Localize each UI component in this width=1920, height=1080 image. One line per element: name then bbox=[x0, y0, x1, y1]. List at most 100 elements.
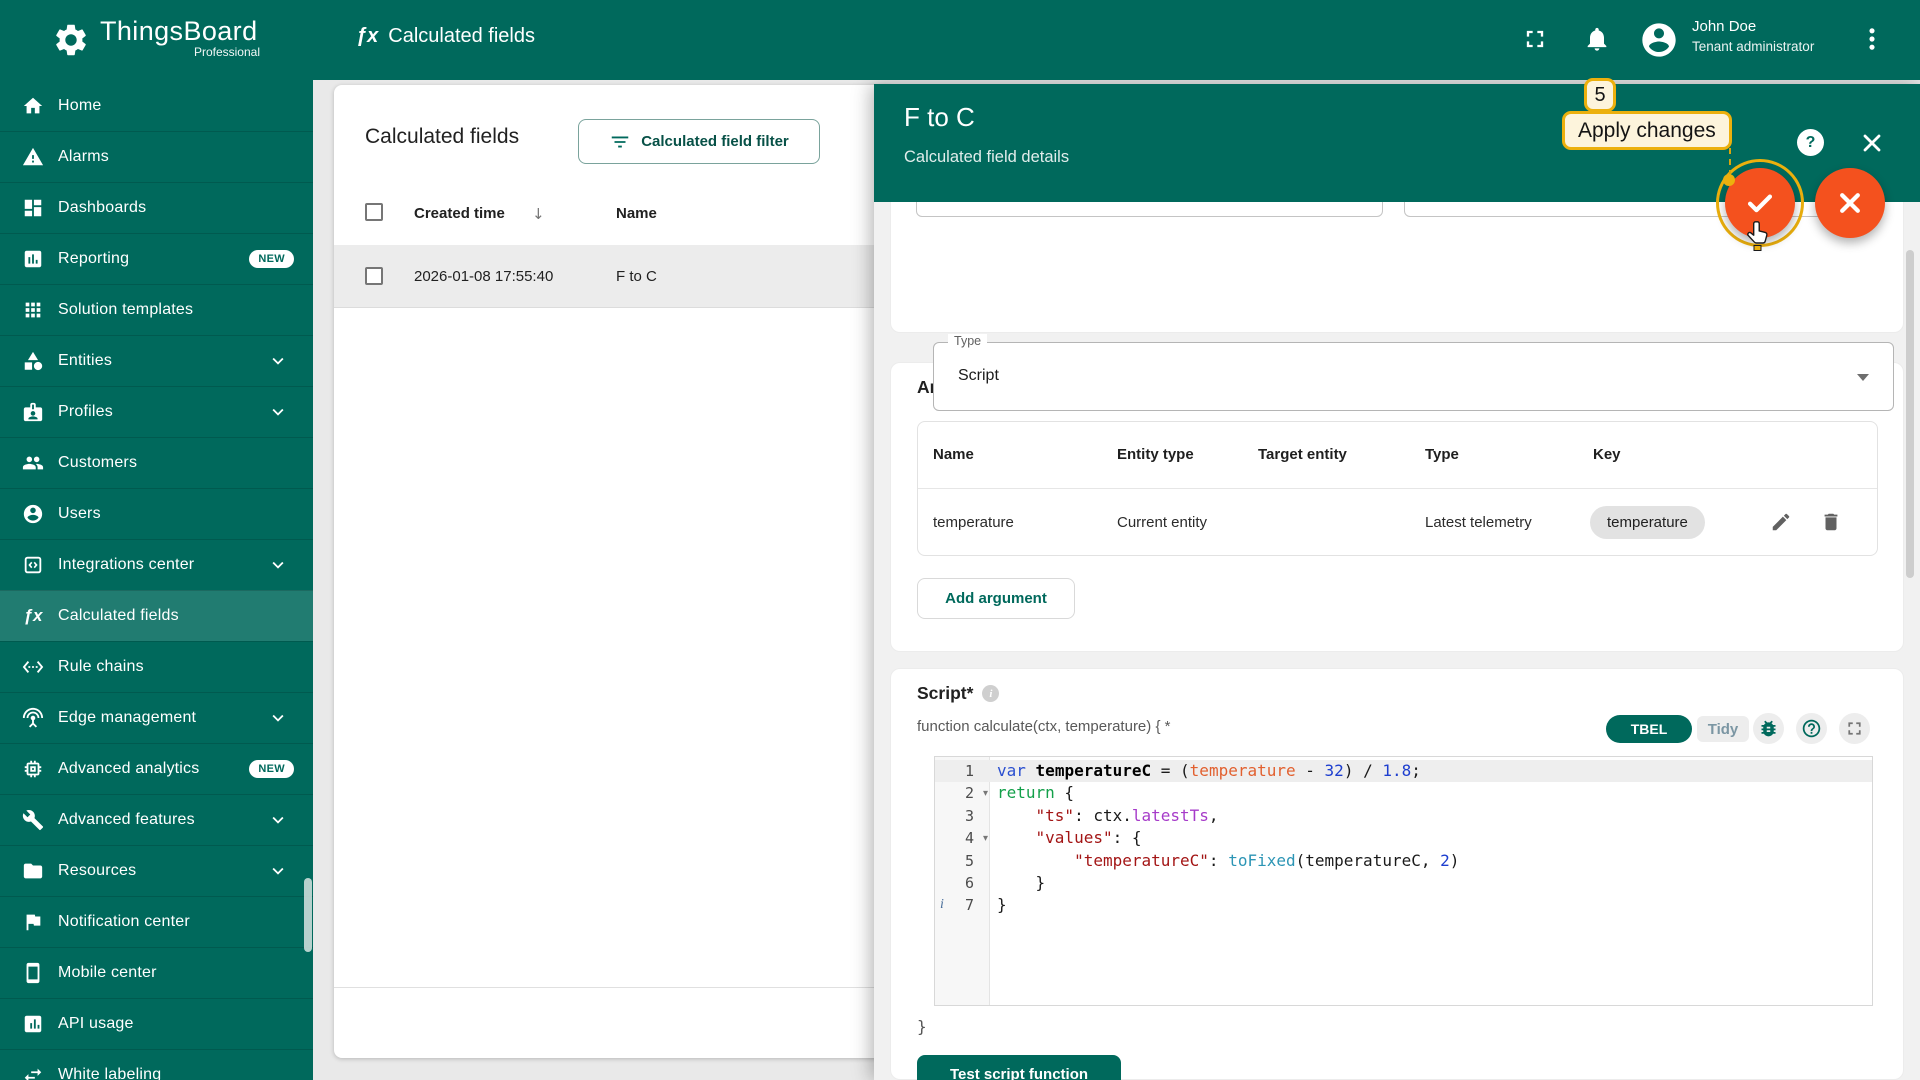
type-select-label: Type bbox=[948, 334, 987, 348]
calculated-fields-panel: Calculated fields Calculated field filte… bbox=[334, 85, 894, 1058]
rule-chains-icon bbox=[21, 655, 45, 679]
sidebar-item-calculated-fields[interactable]: ƒxCalculated fields bbox=[0, 590, 313, 641]
sidebar-item-label: Customers bbox=[58, 454, 137, 472]
profiles-icon bbox=[21, 400, 45, 424]
sidebar-item-advanced-features[interactable]: Advanced features bbox=[0, 794, 313, 845]
sidebar-scrollbar[interactable] bbox=[304, 878, 312, 952]
code-editor[interactable]: 1var temperatureC = (temperature - 32) /… bbox=[934, 756, 1873, 1006]
sidebar-item-label: Home bbox=[58, 97, 101, 115]
tutorial-step-badge: 5 bbox=[1584, 78, 1616, 112]
sidebar-item-customers[interactable]: Customers bbox=[0, 437, 313, 488]
column-header-created-time[interactable]: Created time bbox=[414, 205, 505, 222]
page-title: ƒx Calculated fields bbox=[356, 25, 535, 48]
delete-icon[interactable] bbox=[1819, 511, 1843, 535]
code-text: return { bbox=[990, 782, 1074, 804]
select-all-checkbox[interactable] bbox=[365, 203, 383, 221]
arguments-column-entity-type: Entity type bbox=[1117, 446, 1194, 463]
gutter-cell: 1 bbox=[935, 760, 990, 782]
sidebar-item-label: Mobile center bbox=[58, 964, 157, 982]
sidebar: Home AlarmsDashboardsReportingNEW Solution… bbox=[0, 80, 313, 1080]
tooltip-connector bbox=[1729, 148, 1731, 176]
sidebar-item-dashboards[interactable]: Dashboards bbox=[0, 182, 313, 233]
test-script-function-button[interactable]: Test script function bbox=[917, 1055, 1121, 1080]
sidebar-item-rule-chains[interactable]: Rule chains bbox=[0, 641, 313, 692]
code-text: } bbox=[990, 894, 1007, 916]
tbel-language-toggle[interactable]: TBEL bbox=[1606, 715, 1692, 743]
drawer-title: F to C bbox=[904, 102, 975, 133]
help-icon[interactable]: ? bbox=[1797, 129, 1824, 156]
code-text: "temperatureC": toFixed(temperatureC, 2) bbox=[990, 850, 1459, 872]
sidebar-item-label: White labeling bbox=[58, 1066, 161, 1080]
code-text: "ts": ctx.latestTs, bbox=[990, 805, 1219, 827]
sidebar-item-label: Calculated fields bbox=[58, 607, 179, 625]
app-root: ThingsBoard Professional ƒx Calculated f… bbox=[0, 0, 1920, 1080]
notifications-icon[interactable] bbox=[1581, 24, 1613, 56]
sidebar-item-notification-center[interactable]: Notification center bbox=[0, 896, 313, 947]
code-text: } bbox=[990, 872, 1045, 894]
gutter-cell: 5 bbox=[935, 850, 990, 872]
gutter-cell: 4▾ bbox=[935, 827, 990, 849]
sidebar-item-label: Integrations center bbox=[58, 556, 194, 574]
type-select[interactable]: Type Script bbox=[933, 342, 1894, 411]
argument-type: Latest telemetry bbox=[1425, 514, 1532, 531]
sidebar-item-label: Solution templates bbox=[58, 301, 193, 319]
close-icon bbox=[1833, 186, 1867, 220]
sidebar-item-users[interactable]: Users bbox=[0, 488, 313, 539]
script-help-icon[interactable] bbox=[1796, 713, 1827, 744]
sidebar-item-home[interactable]: Home bbox=[0, 80, 313, 131]
sidebar-item-resources[interactable]: Resources bbox=[0, 845, 313, 896]
discard-changes-button[interactable] bbox=[1815, 168, 1885, 238]
gutter-cell: i7 bbox=[935, 894, 990, 916]
sidebar-item-advanced-analytics[interactable]: Advanced analytics NEW bbox=[0, 743, 313, 794]
chevron-down-icon bbox=[267, 401, 289, 423]
column-header-name[interactable]: Name bbox=[616, 205, 657, 222]
chevron-down-icon bbox=[267, 860, 289, 882]
new-badge: NEW bbox=[249, 760, 294, 778]
alarms-icon bbox=[21, 145, 45, 169]
arguments-column-type: Type bbox=[1425, 446, 1459, 463]
arguments-column-name: Name bbox=[933, 446, 974, 463]
user-avatar[interactable] bbox=[1639, 20, 1679, 60]
fold-icon[interactable]: ▾ bbox=[983, 828, 988, 850]
sidebar-item-label: Advanced analytics bbox=[58, 760, 199, 778]
line-number: 5 bbox=[965, 850, 974, 872]
tidy-button[interactable]: Tidy bbox=[1697, 716, 1749, 742]
solution-templates-icon bbox=[21, 298, 45, 322]
add-argument-button[interactable]: Add argument bbox=[917, 578, 1075, 619]
sidebar-item-mobile-center[interactable]: Mobile center bbox=[0, 947, 313, 998]
sidebar-item-solution-templates[interactable]: Solution templates bbox=[0, 284, 313, 335]
sidebar-item-white-labeling[interactable]: White labeling bbox=[0, 1049, 313, 1080]
sidebar-item-api-usage[interactable]: API usage bbox=[0, 998, 313, 1049]
sidebar-item-edge-management[interactable]: Edge management bbox=[0, 692, 313, 743]
script-title: Script* i bbox=[917, 683, 999, 704]
argument-key-chip: temperature bbox=[1590, 506, 1705, 539]
arguments-table: NameEntity typeTarget entityTypeKey temp… bbox=[917, 421, 1878, 556]
advanced-analytics-icon bbox=[21, 757, 45, 781]
code-text: "values": { bbox=[990, 827, 1142, 849]
sidebar-item-alarms[interactable]: Alarms bbox=[0, 131, 313, 182]
dashboards-icon bbox=[21, 196, 45, 220]
drawer-scrollbar[interactable] bbox=[1906, 250, 1914, 578]
debug-icon[interactable] bbox=[1753, 713, 1784, 744]
fold-icon[interactable]: ▾ bbox=[983, 783, 988, 805]
sort-desc-icon[interactable]: ↓ bbox=[532, 205, 545, 223]
chevron-down-icon bbox=[267, 707, 289, 729]
sidebar-item-profiles[interactable]: Profiles bbox=[0, 386, 313, 437]
calculated-fields-icon: ƒx bbox=[356, 25, 378, 48]
more-menu-icon[interactable] bbox=[1856, 24, 1888, 56]
sidebar-item-reporting[interactable]: ReportingNEW bbox=[0, 233, 313, 284]
argument-name: temperature bbox=[933, 514, 1014, 531]
brand-subtitle: Professional bbox=[100, 45, 260, 59]
close-icon[interactable] bbox=[1858, 129, 1886, 157]
row-checkbox[interactable] bbox=[365, 267, 383, 285]
edit-icon[interactable] bbox=[1769, 511, 1793, 535]
chevron-down-icon bbox=[267, 809, 289, 831]
expand-editor-icon[interactable] bbox=[1839, 713, 1870, 744]
calculated-field-filter-button[interactable]: Calculated field filter bbox=[578, 119, 820, 164]
fullscreen-icon[interactable] bbox=[1519, 24, 1551, 56]
sidebar-item-integrations-center[interactable]: Integrations center bbox=[0, 539, 313, 590]
sidebar-item-entities[interactable]: Entities bbox=[0, 335, 313, 386]
table-row[interactable]: 2026-01-08 17:55:40F to C bbox=[334, 245, 894, 308]
function-signature: function calculate(ctx, temperature) { * bbox=[917, 718, 1170, 735]
advanced-features-icon bbox=[21, 808, 45, 832]
